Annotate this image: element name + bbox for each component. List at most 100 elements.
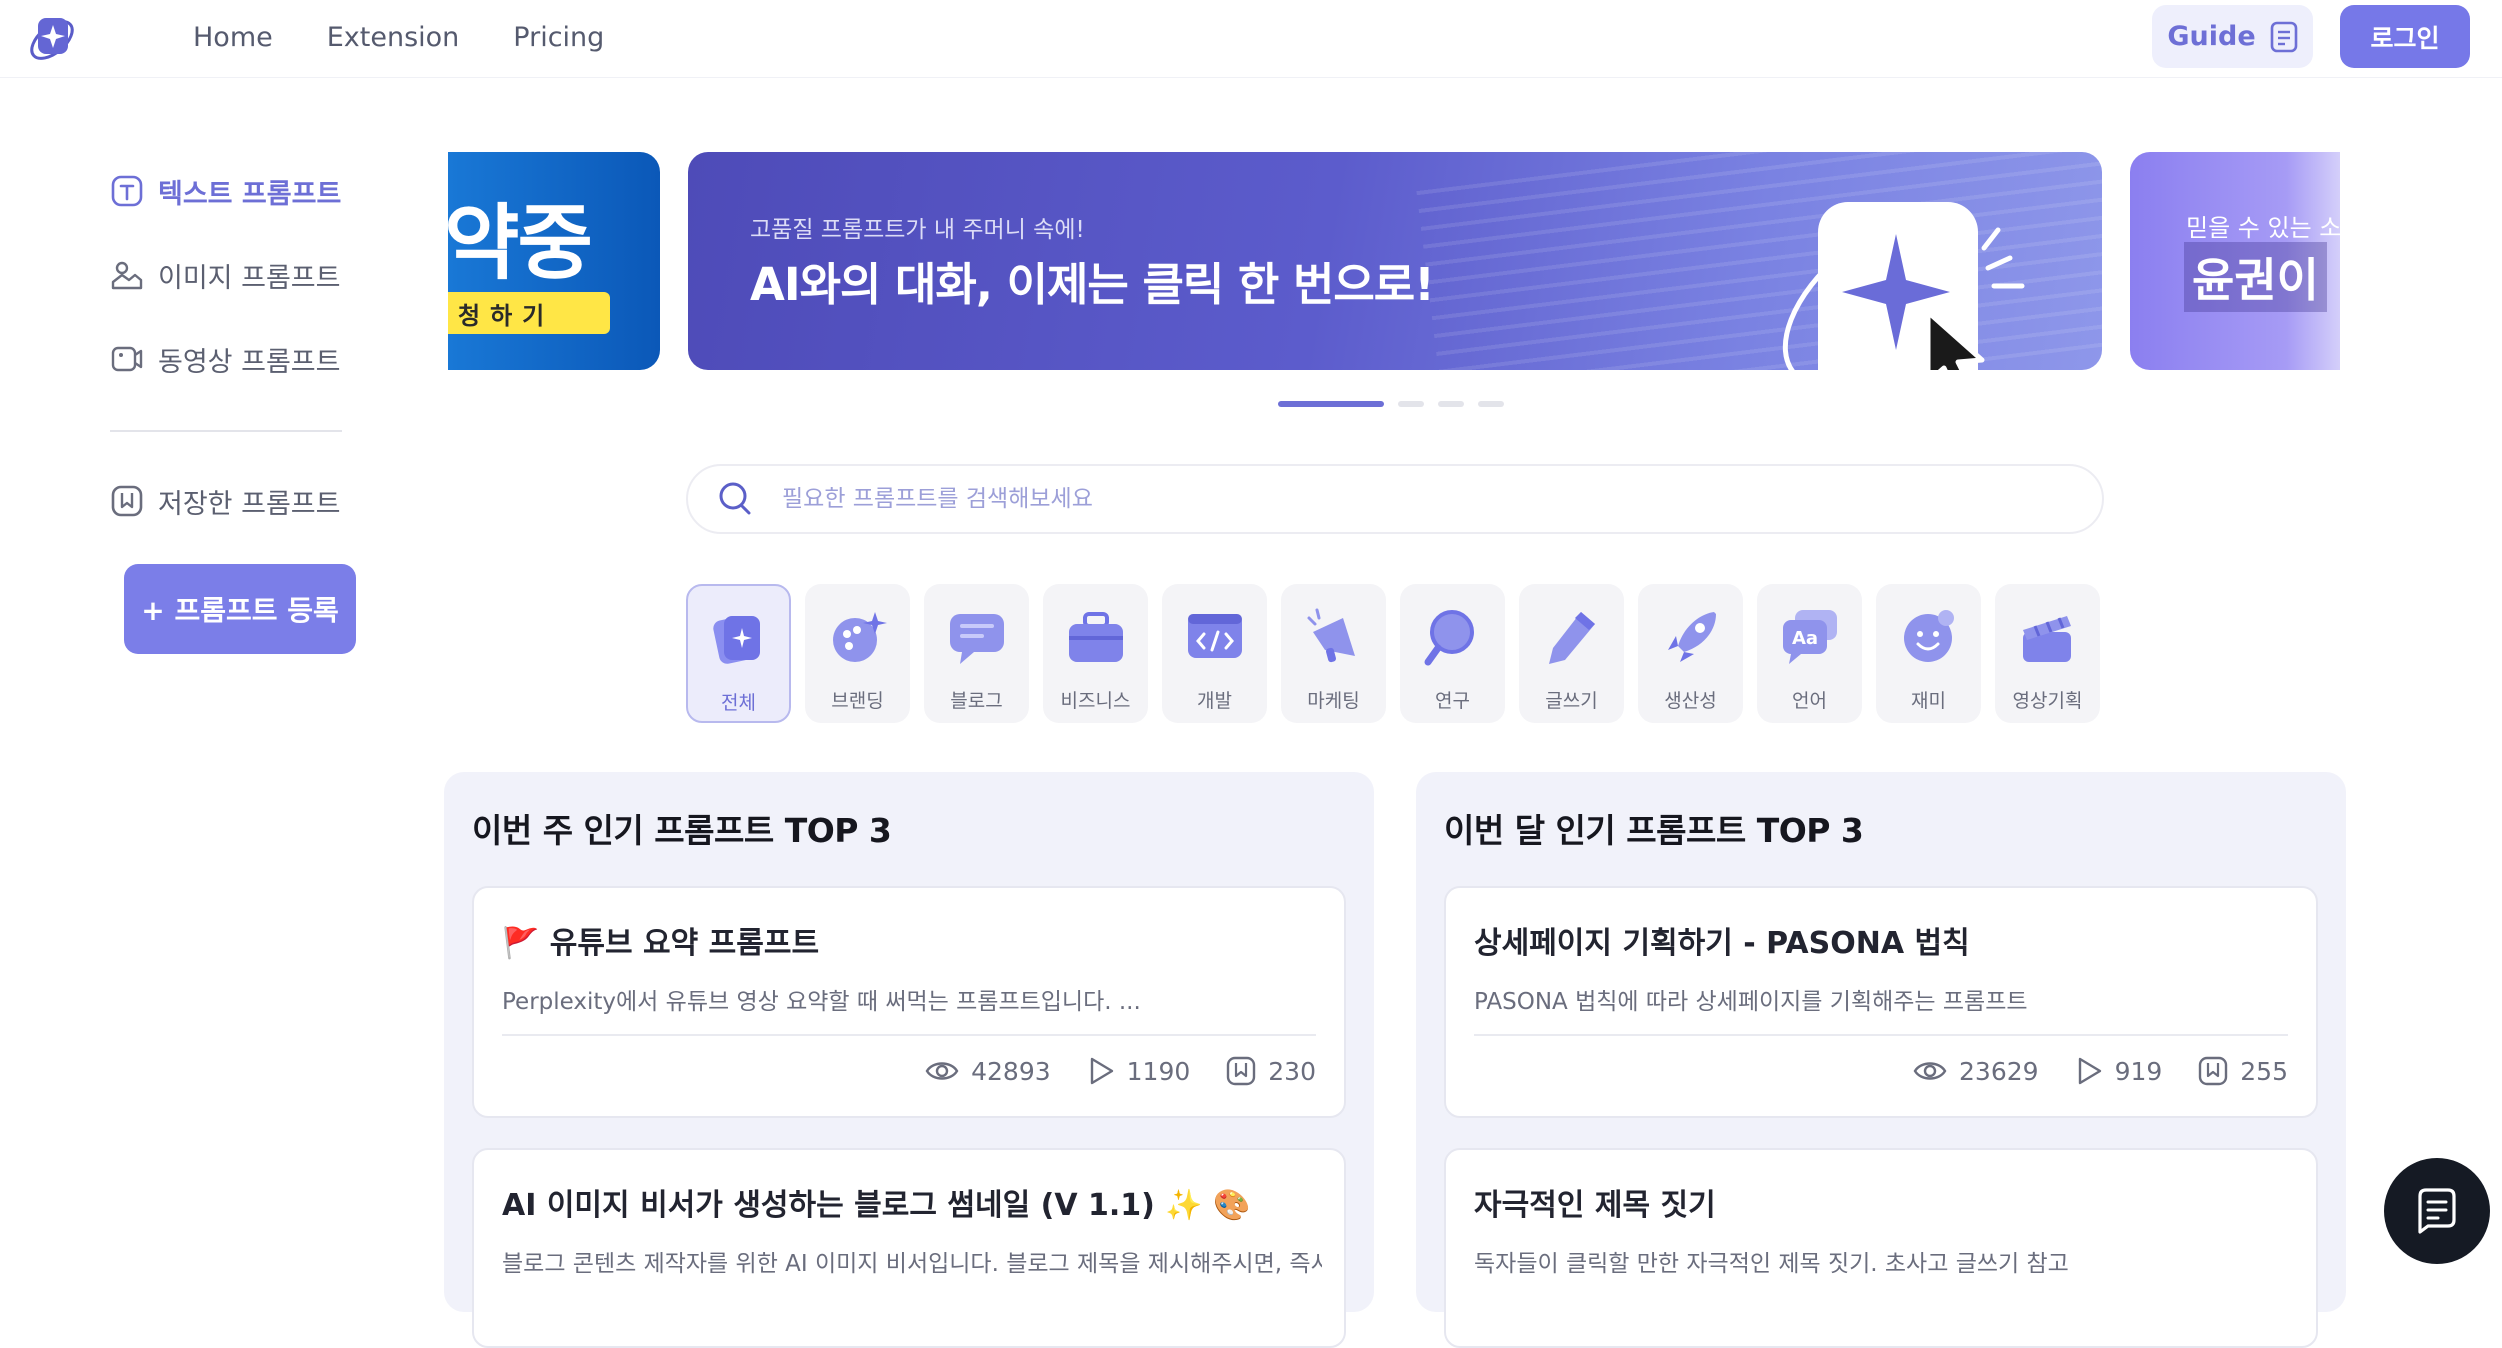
prompt-card-title: 자극적인 제목 짓기 [1474, 1188, 1716, 1223]
login-button[interactable]: 로그인 [2340, 5, 2470, 68]
views-count: 23629 [1959, 1056, 2039, 1086]
pencil-icon [1548, 612, 1595, 664]
category-development[interactable]: 개발 [1162, 584, 1267, 723]
category-blog[interactable]: 블로그 [924, 584, 1029, 723]
sidebar-divider [110, 430, 342, 432]
category-research[interactable]: 연구 [1400, 584, 1505, 723]
document-icon [2270, 21, 2297, 52]
category-fun[interactable]: 재미 [1876, 584, 1981, 723]
search-bar[interactable] [686, 464, 2104, 534]
image-icon [110, 258, 144, 292]
language-bubble-icon: Aa [1782, 610, 1837, 664]
nav-home[interactable]: Home [193, 22, 273, 53]
sidebar-item-image-prompt[interactable]: 이미지 프롬프트 [110, 250, 340, 300]
banner-slide-main[interactable]: 고품질 프롬프트가 내 주머니 속에! AI와의 대화, 이제는 클릭 한 번으… [688, 152, 2102, 370]
category-label: 언어 [1792, 690, 1827, 712]
category-all[interactable]: 전체 [686, 584, 791, 723]
chat-button[interactable] [2384, 1158, 2490, 1264]
saves-stat: 230 [1226, 1056, 1316, 1086]
carousel-dot[interactable] [1398, 401, 1424, 407]
guide-button[interactable]: Guide [2152, 5, 2313, 68]
prompt-card[interactable]: 자극적인 제목 짓기 독자들이 클릭할 만한 자극적인 제목 짓기. 초사고 글… [1444, 1148, 2318, 1348]
svg-text:Aa: Aa [1791, 628, 1817, 649]
play-icon [1090, 1057, 1113, 1085]
sidebar-item-label: 저장한 프롬프트 [158, 488, 341, 520]
prompt-card-stats: 23629 919 255 [1913, 1056, 2288, 1086]
sidebar-item-saved[interactable]: 저장한 프롬프트 [110, 476, 340, 526]
carousel-dot[interactable] [1278, 401, 1384, 407]
banner-slide-next[interactable]: 믿을 수 있는 소 윤권이 [2130, 152, 2340, 370]
prompt-card-desc: 독자들이 클릭할 만한 자극적인 제목 짓기. 초사고 글쓰기 참고 [1474, 1251, 2069, 1277]
weekly-top3-title: 이번 주 인기 프롬프트 TOP 3 [472, 811, 892, 850]
palette-icon [832, 612, 887, 662]
nav-extension[interactable]: Extension [327, 22, 460, 53]
cursor-click-icon [1782, 202, 2025, 370]
clapperboard-icon [2022, 616, 2071, 662]
category-label: 연구 [1435, 690, 1470, 712]
saves-stat: 255 [2198, 1056, 2288, 1086]
runs-stat: 919 [2075, 1056, 2162, 1086]
category-language[interactable]: Aa 언어 [1757, 584, 1862, 723]
category-label: 생산성 [1664, 690, 1717, 712]
prompt-card-desc: PASONA 법칙에 따라 상세페이지를 기획해주는 프롬프트 [1474, 989, 2028, 1015]
prompt-card[interactable]: 🚩 유튜브 요약 프롬프트 Perplexity에서 유튜브 영상 요약할 때 … [472, 886, 1346, 1118]
banner-slide-prev[interactable]: 약중 청하기 [448, 152, 660, 370]
banner-next-subtitle: 믿을 수 있는 소 [2186, 214, 2340, 242]
sidebar-item-label: 텍스트 프롬프트 [158, 178, 342, 210]
sidebar-item-video-prompt[interactable]: 동영상 프롬프트 [110, 334, 340, 384]
card-divider [502, 1034, 1316, 1036]
megaphone-icon [1307, 608, 1355, 663]
banner-carousel[interactable]: 약중 청하기 고품질 프롬프트가 내 주머니 속에! AI와의 대화, 이제는 … [448, 152, 2340, 372]
banner-prev-title: 약중 [448, 196, 593, 291]
category-productivity[interactable]: 생산성 [1638, 584, 1743, 723]
category-label: 비즈니스 [1060, 690, 1131, 712]
bookmark-icon [110, 484, 144, 518]
prompt-card[interactable]: 상세페이지 기획하기 - PASONA 법칙 PASONA 법칙에 따라 상세페… [1444, 886, 2318, 1118]
sidebar-item-text-prompt[interactable]: 텍스트 프롬프트 [110, 166, 341, 216]
carousel-dot[interactable] [1478, 401, 1504, 407]
category-label: 블로그 [950, 690, 1003, 712]
category-label: 전체 [721, 692, 756, 714]
category-business[interactable]: 비즈니스 [1043, 584, 1148, 723]
logo-icon[interactable] [24, 8, 82, 66]
runs-count: 1190 [1126, 1056, 1191, 1086]
category-label: 글쓰기 [1545, 690, 1598, 712]
category-branding[interactable]: 브랜딩 [805, 584, 910, 723]
banner-prev-pill: 청하기 [448, 292, 610, 334]
monthly-top3-panel: 이번 달 인기 프롬프트 TOP 3 상세페이지 기획하기 - PASONA 법… [1416, 772, 2346, 1348]
search-icon [719, 482, 751, 515]
views-stat: 42893 [925, 1057, 1051, 1086]
weekly-top3-panel: 이번 주 인기 프롬프트 TOP 3 🚩 유튜브 요약 프롬프트 Perplex… [444, 772, 1374, 1348]
category-marketing[interactable]: 마케팅 [1281, 584, 1386, 723]
prompt-card[interactable]: AI 이미지 비서가 생성하는 블로그 썸네일 (V 1.1) ✨ 🎨 블로그 … [472, 1148, 1346, 1348]
category-video-planning[interactable]: 영상기획 [1995, 584, 2100, 723]
prompt-card-stats: 42893 1190 230 [925, 1056, 1316, 1086]
prompt-card-title: 상세페이지 기획하기 - PASONA 법칙 [1474, 926, 1970, 961]
chat-bubble-icon [949, 614, 1004, 664]
category-label: 브랜딩 [831, 690, 884, 712]
magnifier-icon [1424, 610, 1474, 666]
prompt-card-title: 🚩 유튜브 요약 프롬프트 [502, 926, 820, 961]
search-input[interactable] [782, 486, 1982, 512]
category-writing[interactable]: 글쓰기 [1519, 584, 1624, 723]
cards-icon [712, 616, 760, 664]
carousel-dot[interactable] [1438, 401, 1464, 407]
views-stat: 23629 [1913, 1057, 2039, 1086]
category-label: 개발 [1197, 690, 1232, 712]
chat-icon [2418, 1188, 2456, 1234]
eye-icon [1913, 1062, 1947, 1080]
bookmark-icon [1227, 1056, 1256, 1086]
register-prompt-button[interactable]: + 프롬프트 등록 [124, 564, 356, 654]
runs-stat: 1190 [1087, 1056, 1191, 1086]
nav-pricing[interactable]: Pricing [513, 22, 604, 53]
main-nav: Home Extension Pricing [193, 0, 658, 74]
briefcase-icon [1068, 612, 1123, 662]
guide-label: Guide [2167, 21, 2256, 52]
bookmark-icon [2199, 1056, 2228, 1086]
category-label: 재미 [1911, 690, 1946, 712]
banner-next-title: 윤권이 [2184, 242, 2327, 312]
play-icon [2078, 1057, 2101, 1085]
code-window-icon [1187, 614, 1242, 658]
sidebar-item-label: 이미지 프롬프트 [158, 262, 341, 294]
prompt-card-title: AI 이미지 비서가 생성하는 블로그 썸네일 (V 1.1) ✨ 🎨 [502, 1188, 1251, 1223]
